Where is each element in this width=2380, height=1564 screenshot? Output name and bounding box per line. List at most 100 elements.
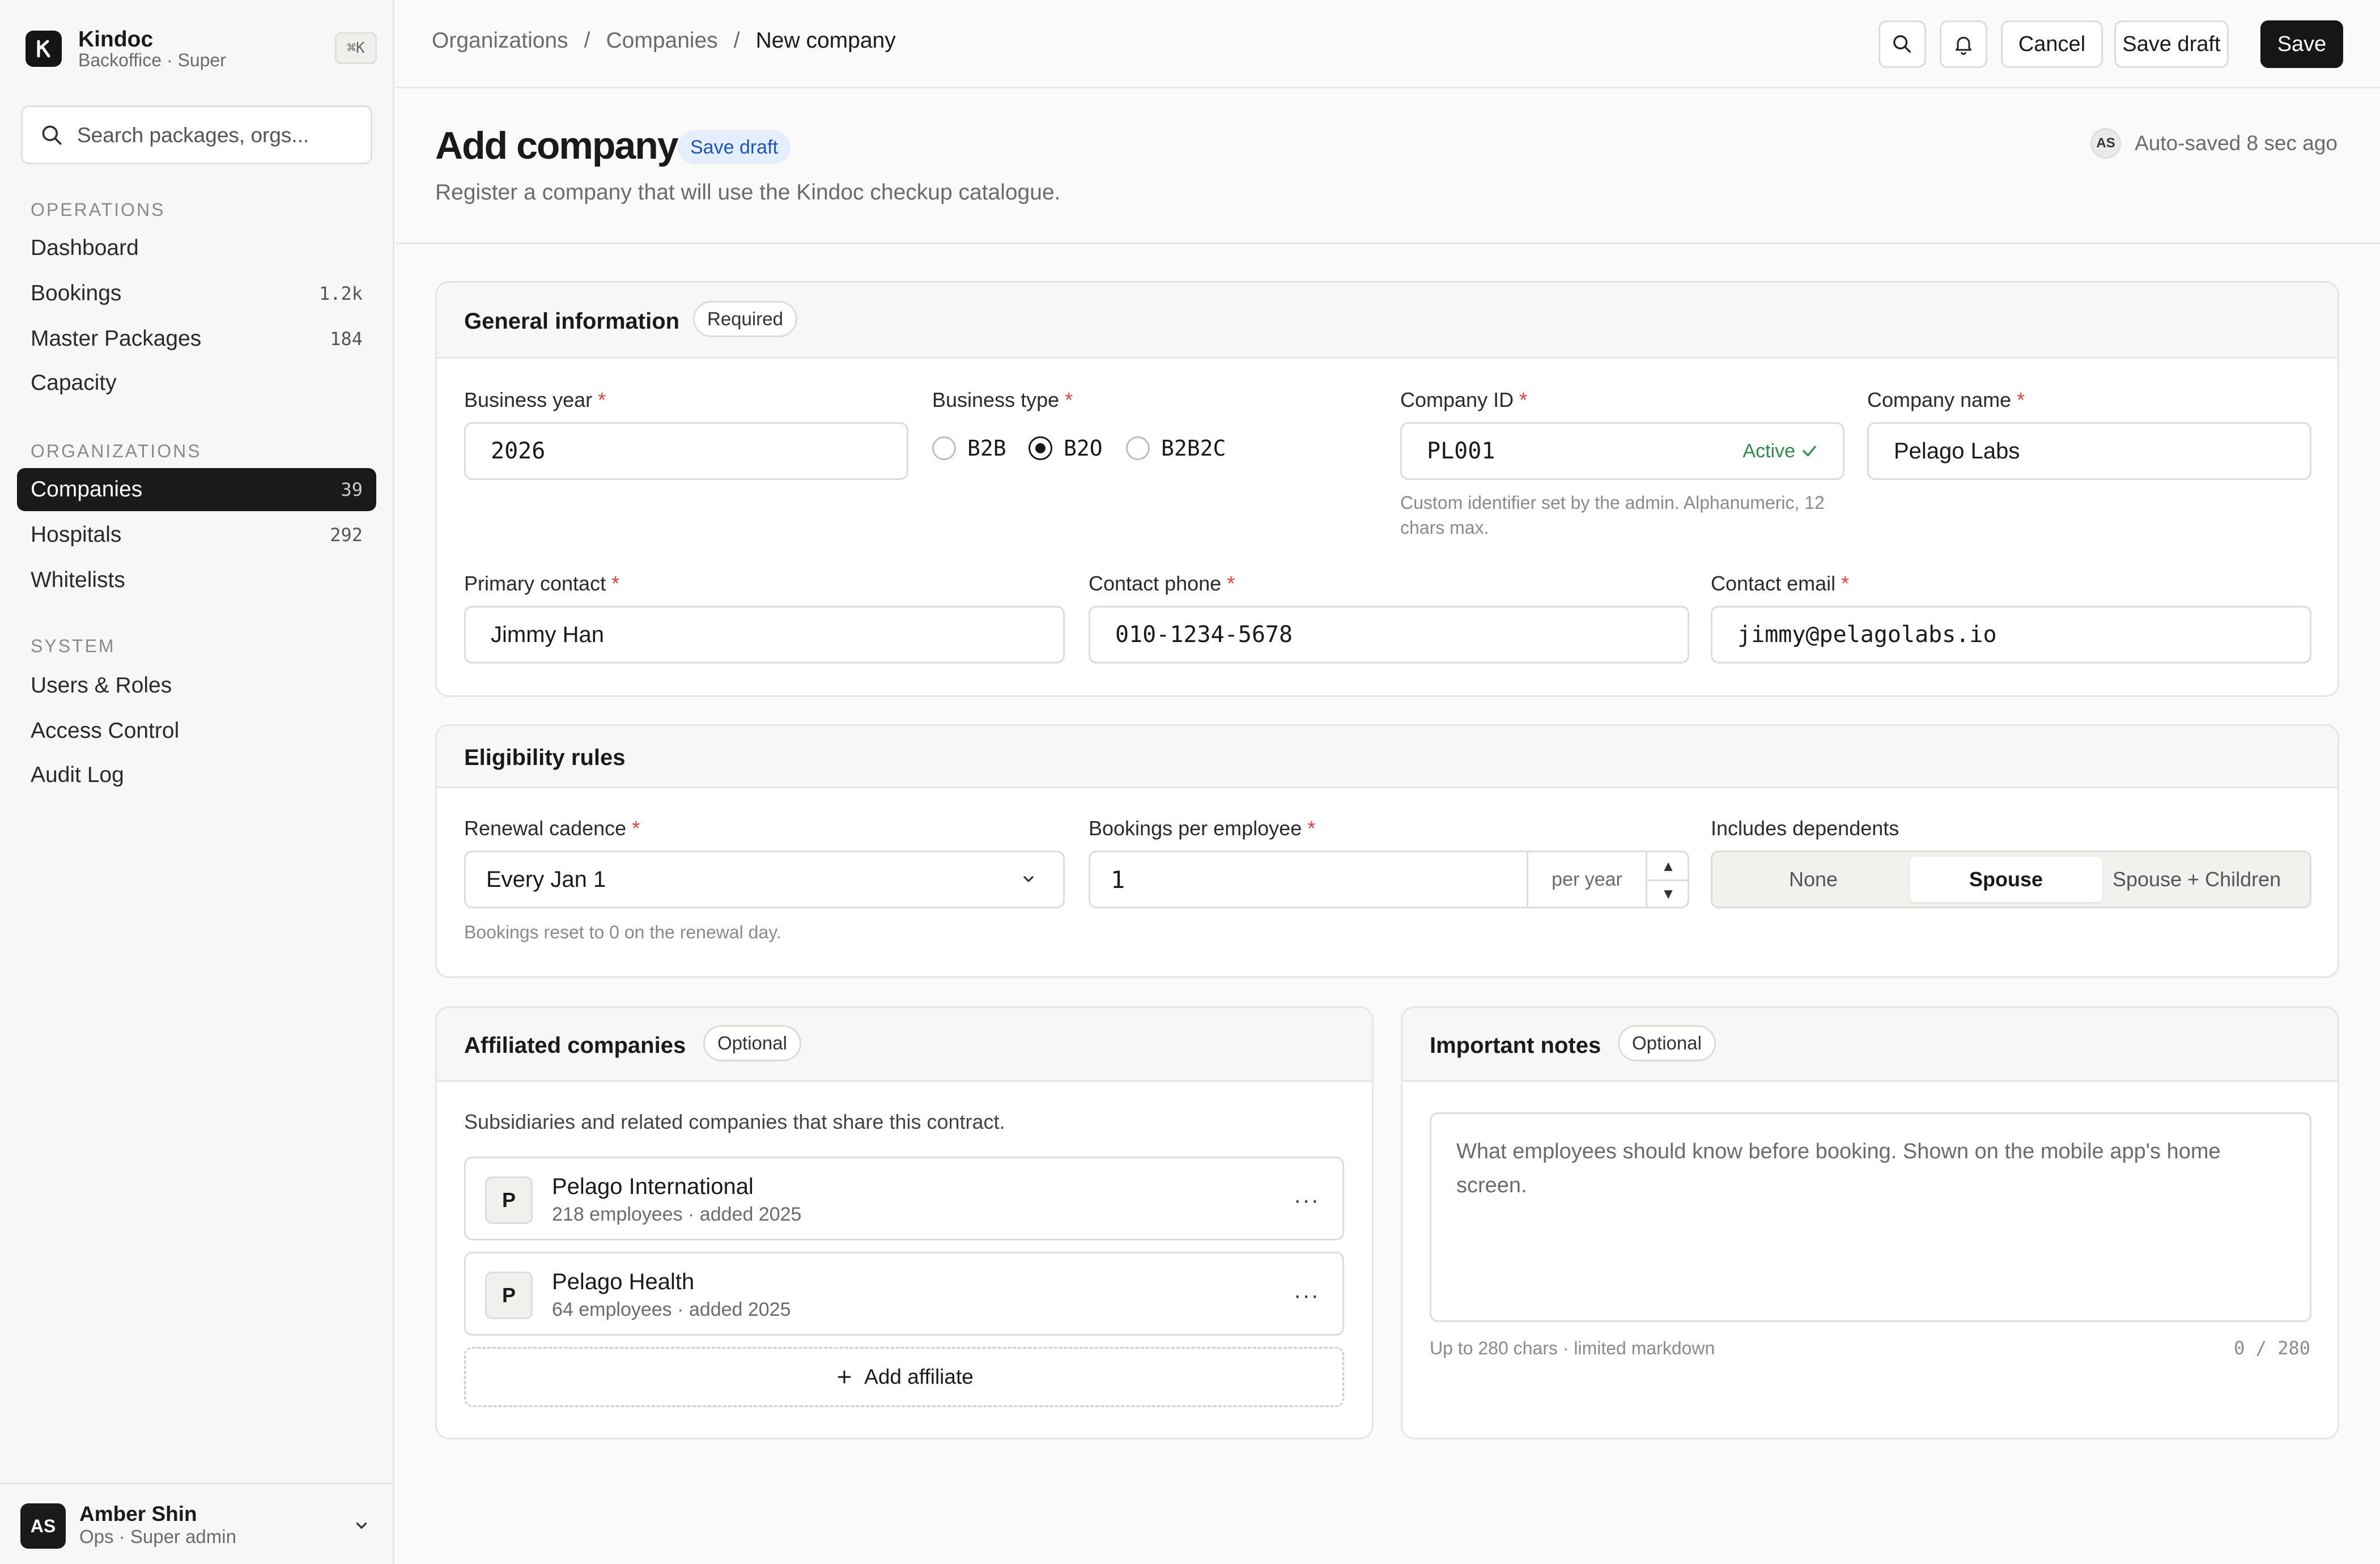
company-initial: P [485, 1176, 533, 1224]
count-badge: 184 [330, 328, 363, 350]
search-icon [1893, 35, 1911, 53]
kindoc-logo [26, 31, 62, 67]
topbar: Organizations / Companies / New company … [396, 0, 2380, 88]
breadcrumb-companies[interactable]: Companies [606, 28, 717, 53]
user-menu[interactable]: AS Amber Shin Ops · Super admin [0, 1482, 394, 1564]
section-system: SYSTEM [31, 636, 116, 656]
chevron-down-icon [1023, 876, 1034, 883]
dependents-segmented-control: None Spouse Spouse + Children [1711, 851, 2311, 908]
notes-textarea[interactable] [1430, 1112, 2311, 1322]
notifications-button[interactable] [1940, 20, 1987, 68]
sidebar-item-access-control[interactable]: Access Control [17, 709, 376, 753]
business-year-label: Business year * [464, 388, 606, 411]
search-input[interactable] [77, 117, 360, 154]
sidebar: Kindoc Backoffice · Super ⌘K OPERATIONS … [0, 0, 394, 1564]
card-title: Affiliated companies [464, 1033, 686, 1058]
renewal-hint: Bookings reset to 0 on the renewal day. [464, 922, 781, 942]
includes-dependents-label: Includes dependents [1711, 817, 1899, 840]
radio-b2o[interactable]: B2O [1028, 436, 1103, 461]
brand: Kindoc Backoffice · Super ⌘K [26, 27, 377, 71]
company-id-label: Company ID * [1400, 388, 1528, 411]
company-name-field[interactable]: Pelago Labs [1867, 422, 2311, 480]
sidebar-item-capacity[interactable]: Capacity [17, 362, 376, 405]
affiliates-description: Subsidiaries and related companies that … [464, 1110, 1005, 1133]
renewal-cadence-label: Renewal cadence * [464, 817, 640, 840]
breadcrumb-current: New company [755, 28, 896, 53]
decrement-button[interactable]: ▼ [1647, 879, 1689, 907]
business-year-field[interactable]: 2026 [464, 422, 908, 480]
count-badge: 39 [341, 479, 363, 500]
contact-email-label: Contact email * [1711, 572, 1850, 595]
list-item[interactable]: P Pelago International 218 employees · a… [464, 1157, 1344, 1240]
sidebar-item-master-packages[interactable]: Master Packages 184 [17, 317, 376, 360]
company-id-value: PL001 [1427, 438, 1495, 464]
radio-button[interactable] [1028, 436, 1052, 460]
radio-button[interactable] [932, 436, 956, 460]
cancel-button[interactable]: Cancel [2001, 20, 2103, 68]
segment-spouse[interactable]: Spouse [1910, 857, 2102, 902]
segment-spouse-children[interactable]: Spouse + Children [2102, 857, 2305, 902]
search-button[interactable] [1878, 20, 1926, 68]
user-name: Amber Shin [79, 1502, 197, 1525]
save-draft-button[interactable]: Save draft [2114, 20, 2229, 68]
important-notes-card: Important notes Optional Up to 280 chars… [1401, 1006, 2339, 1439]
save-button[interactable]: Save [2260, 20, 2343, 68]
active-status: Active [1742, 440, 1818, 462]
card-title: Important notes [1430, 1033, 1601, 1058]
general-information-card: General information Required Business ye… [435, 281, 2339, 697]
sidebar-item-dashboard[interactable]: Dashboard [17, 227, 376, 270]
affiliate-name: Pelago International [552, 1174, 754, 1199]
affiliate-name: Pelago Health [552, 1269, 695, 1294]
brand-subtitle: Backoffice · Super [78, 50, 226, 70]
card-header: General information Required [437, 283, 2338, 359]
brand-name: Kindoc [78, 27, 154, 52]
company-id-field[interactable]: PL001 Active [1400, 422, 1844, 480]
company-name-label: Company name * [1867, 388, 2025, 411]
renewal-cadence-select[interactable]: Every Jan 1 [464, 851, 1065, 908]
count-badge: 1.2k [318, 283, 363, 304]
list-item[interactable]: P Pelago Health 64 employees · added 202… [464, 1252, 1344, 1336]
page-title: Add company [435, 124, 679, 167]
card-header: Affiliated companies Optional [437, 1008, 1372, 1082]
increment-button[interactable]: ▲ [1647, 852, 1689, 879]
sidebar-item-companies[interactable]: Companies 39 [17, 468, 376, 511]
radio-b2b[interactable]: B2B [932, 436, 1006, 461]
section-operations: OPERATIONS [31, 199, 165, 220]
divider [396, 243, 2380, 244]
breadcrumb-separator: / [584, 28, 590, 53]
optional-chip: Optional [703, 1025, 801, 1061]
bell-icon [1956, 36, 1971, 55]
command-palette-shortcut[interactable]: ⌘K [335, 32, 377, 64]
radio-b2b2c[interactable]: B2B2C [1126, 436, 1226, 461]
radio-button[interactable] [1126, 436, 1150, 460]
unit-label: per year [1527, 852, 1646, 907]
sidebar-item-whitelists[interactable]: Whitelists [17, 559, 376, 602]
section-organizations: ORGANIZATIONS [31, 441, 202, 461]
avatar: AS [2090, 128, 2122, 159]
chevron-down-icon[interactable] [351, 1516, 372, 1536]
bookings-value[interactable]: 1 [1090, 866, 1125, 894]
eligibility-rules-card: Eligibility rules Renewal cadence * Ever… [435, 724, 2339, 978]
contact-phone-field[interactable]: 010-1234-5678 [1089, 606, 1689, 664]
add-affiliate-button[interactable]: Add affiliate [464, 1347, 1344, 1407]
contact-phone-label: Contact phone * [1089, 572, 1235, 595]
breadcrumb-organizations[interactable]: Organizations [432, 28, 568, 53]
more-options-icon[interactable]: ··· [1294, 1188, 1320, 1213]
page-subtitle: Register a company that will use the Kin… [435, 180, 1061, 205]
affiliate-meta: 218 employees · added 2025 [552, 1204, 802, 1225]
sidebar-item-hospitals[interactable]: Hospitals 292 [17, 513, 376, 556]
card-header: Important notes Optional [1402, 1008, 2338, 1082]
notes-hint: Up to 280 chars · limited markdown [1430, 1338, 1715, 1358]
contact-email-field[interactable]: jimmy@pelagolabs.io [1711, 606, 2311, 664]
more-options-icon[interactable]: ··· [1294, 1283, 1320, 1308]
sidebar-item-audit-log[interactable]: Audit Log [17, 754, 376, 797]
sidebar-item-users-roles[interactable]: Users & Roles [17, 664, 376, 707]
bookings-per-employee-stepper[interactable]: 1 per year ▲ ▼ [1089, 851, 1689, 908]
sidebar-item-bookings[interactable]: Bookings 1.2k [17, 272, 376, 315]
autosave-status: AS Auto-saved 8 sec ago [2090, 128, 2338, 159]
sidebar-search[interactable] [21, 105, 372, 164]
stepper-controls: ▲ ▼ [1646, 852, 1689, 907]
segment-none[interactable]: None [1717, 857, 1910, 902]
card-header: Eligibility rules [437, 726, 2338, 788]
primary-contact-field[interactable]: Jimmy Han [464, 606, 1065, 664]
